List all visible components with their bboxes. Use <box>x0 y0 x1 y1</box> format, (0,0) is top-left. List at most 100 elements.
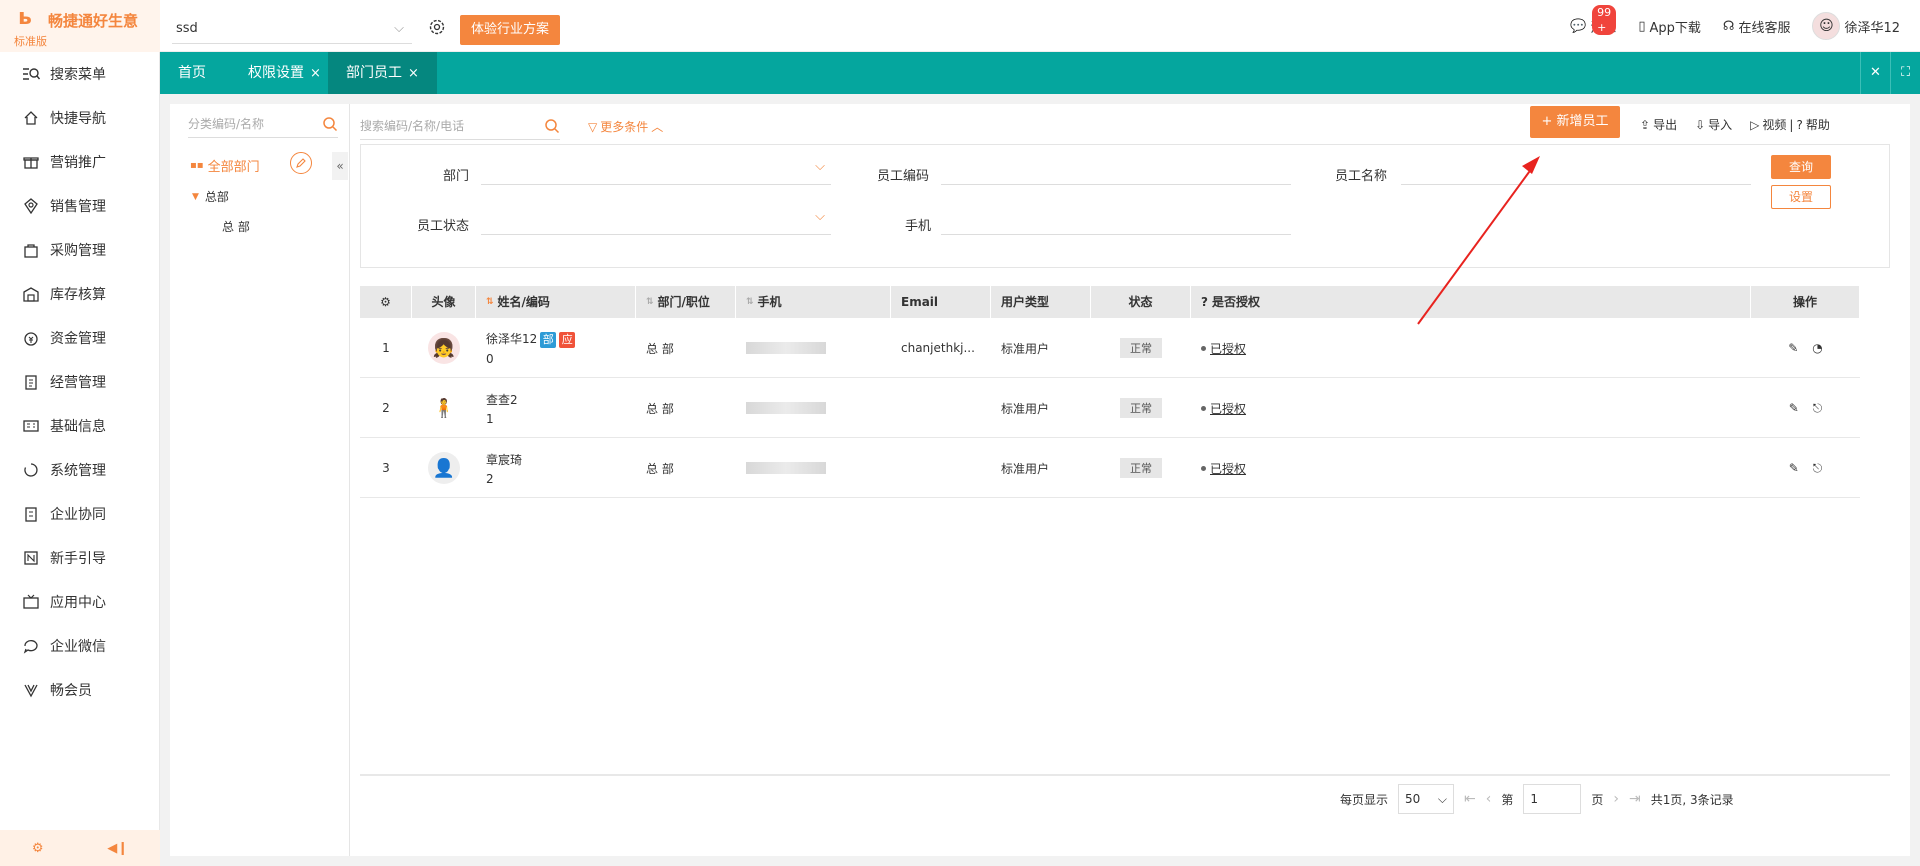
sidebar-item-quick-nav[interactable]: 快捷导航 <box>0 96 160 140</box>
sidebar-item-basic-info[interactable]: 基础信息 <box>0 404 160 448</box>
page-suffix: 页 <box>1591 792 1604 807</box>
trial-industry-button[interactable]: 体验行业方案 <box>460 15 560 45</box>
page-summary: 共1页, 3条记录 <box>1650 792 1734 807</box>
company-select[interactable]: ssd ⌵ <box>172 14 412 44</box>
sidebar-item-label: 经营管理 <box>50 375 106 391</box>
messages-button[interactable]: 💬99 +消息 <box>1570 4 1617 36</box>
edit-icon[interactable] <box>290 152 312 174</box>
user-menu[interactable]: ☺ 徐泽华12 <box>1812 12 1900 40</box>
dept-select[interactable]: ⌵ <box>481 155 831 185</box>
col-authorized-label: 是否授权 <box>1211 295 1260 309</box>
authorized-label: 已授权 <box>1210 401 1247 416</box>
import-button[interactable]: ⇩ 导入 <box>1695 116 1732 133</box>
tab-home[interactable]: 首页 <box>160 52 224 94</box>
tree-all-depts[interactable]: ▪▪ 全部部门 <box>190 156 260 175</box>
tree-search-input[interactable]: 分类编码/名称 <box>188 110 338 138</box>
close-icon[interactable]: × <box>310 66 321 81</box>
col-name[interactable]: ⇅ 姓名/编码 <box>476 286 636 318</box>
emp-status-select[interactable]: ⌵ <box>481 205 831 235</box>
tab-dept-employees[interactable]: 部门员工 × <box>328 52 437 94</box>
gear-icon[interactable] <box>428 18 448 38</box>
tree-node-hq[interactable]: ▼ 总部 <box>192 188 229 205</box>
prev-page-icon[interactable]: ‹ <box>1486 791 1492 807</box>
tree-node-hq-child[interactable]: 总 部 <box>222 218 250 235</box>
edit-icon[interactable]: ✎ <box>1788 341 1798 355</box>
authorized-link[interactable]: 已授权 <box>1201 340 1246 357</box>
authorized-link[interactable]: 已授权 <box>1201 460 1246 477</box>
per-page-select[interactable]: 50 ⌵ <box>1398 784 1455 814</box>
sidebar-item-search-menu[interactable]: 搜索菜单 <box>0 52 160 96</box>
permission-icon[interactable]: ◔ <box>1812 341 1822 355</box>
settings-button[interactable]: 设置 <box>1771 185 1831 209</box>
sidebar-item-inventory[interactable]: 库存核算 <box>0 272 160 316</box>
export-icon: ⇪ <box>1640 117 1651 132</box>
avatar: 👧 <box>428 332 460 364</box>
main-search-input[interactable]: 搜索编码/名称/电话 <box>360 112 560 140</box>
collapse-tree-icon[interactable]: « <box>332 152 348 180</box>
tab-permissions[interactable]: 权限设置 × <box>230 52 339 94</box>
online-service-button[interactable]: ☊ 在线客服 <box>1723 17 1791 36</box>
sidebar-item-operations[interactable]: 经营管理 <box>0 360 160 404</box>
search-icon[interactable] <box>544 116 560 144</box>
employee-name: 徐泽华12 <box>486 332 538 346</box>
money-icon <box>20 328 42 348</box>
sidebar-item-system[interactable]: 系统管理 <box>0 448 160 492</box>
edit-icon[interactable]: ✎ <box>1789 401 1799 416</box>
sidebar-item-label: 企业微信 <box>50 639 106 655</box>
collapse-sidebar-icon[interactable]: ◀❙ <box>107 841 128 856</box>
exit-icon[interactable]: ⎋ <box>1813 461 1823 476</box>
last-page-icon[interactable]: ⇥ <box>1629 791 1641 807</box>
chevron-down-icon: ⌵ <box>815 209 825 224</box>
tv-icon <box>20 592 42 612</box>
exit-icon[interactable]: ⎋ <box>1813 401 1823 416</box>
sidebar-item-guide[interactable]: 新手引导 <box>0 536 160 580</box>
pagination: 每页显示 50 ⌵ ⇤ ‹ 第 1 页 › ⇥ 共1页, 3条记录 <box>1340 784 1734 814</box>
sidebar-item-app-center[interactable]: 应用中心 <box>0 580 160 624</box>
query-button[interactable]: 查询 <box>1771 155 1831 179</box>
phone-icon: ▯ <box>1638 18 1646 34</box>
export-button[interactable]: ⇪ 导出 <box>1640 116 1677 133</box>
col-avatar: 头像 <box>412 286 476 318</box>
add-employee-button[interactable]: + 新增员工 <box>1530 106 1620 138</box>
page-input[interactable]: 1 <box>1523 784 1582 814</box>
app-tag: 应 <box>559 332 576 348</box>
sidebar-item-funds[interactable]: 资金管理 <box>0 316 160 360</box>
blurred-phone <box>746 342 826 354</box>
export-label: 导出 <box>1653 118 1678 132</box>
col-dept[interactable]: ⇅ 部门/职位 <box>636 286 736 318</box>
column-settings-icon[interactable]: ⚙ <box>360 286 412 318</box>
sidebar-item-collab[interactable]: 企业协同 <box>0 492 160 536</box>
video-button[interactable]: ▷ 视频 |? 帮助 <box>1750 116 1830 133</box>
emp-code-input[interactable] <box>941 155 1291 185</box>
fullscreen-icon[interactable]: ⛶ <box>1890 52 1920 94</box>
next-page-icon[interactable]: › <box>1613 791 1619 807</box>
col-phone[interactable]: ⇅ 手机 <box>736 286 891 318</box>
question-icon[interactable]: ? <box>1201 286 1208 318</box>
logo-icon: ь <box>18 5 32 30</box>
sidebar-item-purchase[interactable]: 采购管理 <box>0 228 160 272</box>
close-all-tabs-icon[interactable]: ✕ <box>1860 52 1890 94</box>
emp-name-input[interactable] <box>1401 155 1751 185</box>
dot-icon <box>1201 465 1206 471</box>
first-page-icon[interactable]: ⇤ <box>1464 791 1476 807</box>
per-page-label: 每页显示 <box>1340 792 1389 807</box>
blurred-phone <box>746 462 826 474</box>
close-icon[interactable]: × <box>408 66 419 81</box>
phone-input[interactable] <box>941 205 1291 235</box>
authorized-link[interactable]: 已授权 <box>1201 400 1246 417</box>
table-row[interactable]: 3 👤 章宸琦 2 总 部 标准用户 正常 已授权 ✎ ⎋ <box>360 438 1860 498</box>
sidebar-item-vip[interactable]: 畅会员 <box>0 668 160 712</box>
per-page-value: 50 <box>1405 792 1421 806</box>
toolbar-actions: ⇪ 导出 ⇩ 导入 ▷ 视频 |? 帮助 <box>1640 116 1830 133</box>
settings-gear-icon[interactable]: ⚙ <box>32 841 44 856</box>
search-icon[interactable] <box>322 114 338 142</box>
sidebar-item-sales[interactable]: 销售管理 <box>0 184 160 228</box>
table-row[interactable]: 2 🧍 查查2 1 总 部 标准用户 正常 已授权 ✎ ⎋ <box>360 378 1860 438</box>
more-conditions-toggle[interactable]: ▽ 更多条件 ︿ <box>588 118 663 135</box>
row-avatar-cell: 👤 <box>412 438 476 498</box>
sidebar-item-wecom[interactable]: 企业微信 <box>0 624 160 668</box>
sidebar-item-marketing[interactable]: 营销推广 <box>0 140 160 184</box>
app-download-button[interactable]: ▯ App下载 <box>1638 17 1701 36</box>
edit-icon[interactable]: ✎ <box>1789 461 1799 476</box>
table-row[interactable]: 1 👧 徐泽华12 部应 0 总 部 chanjethkj... 标准用户 正常 已… <box>360 318 1860 378</box>
